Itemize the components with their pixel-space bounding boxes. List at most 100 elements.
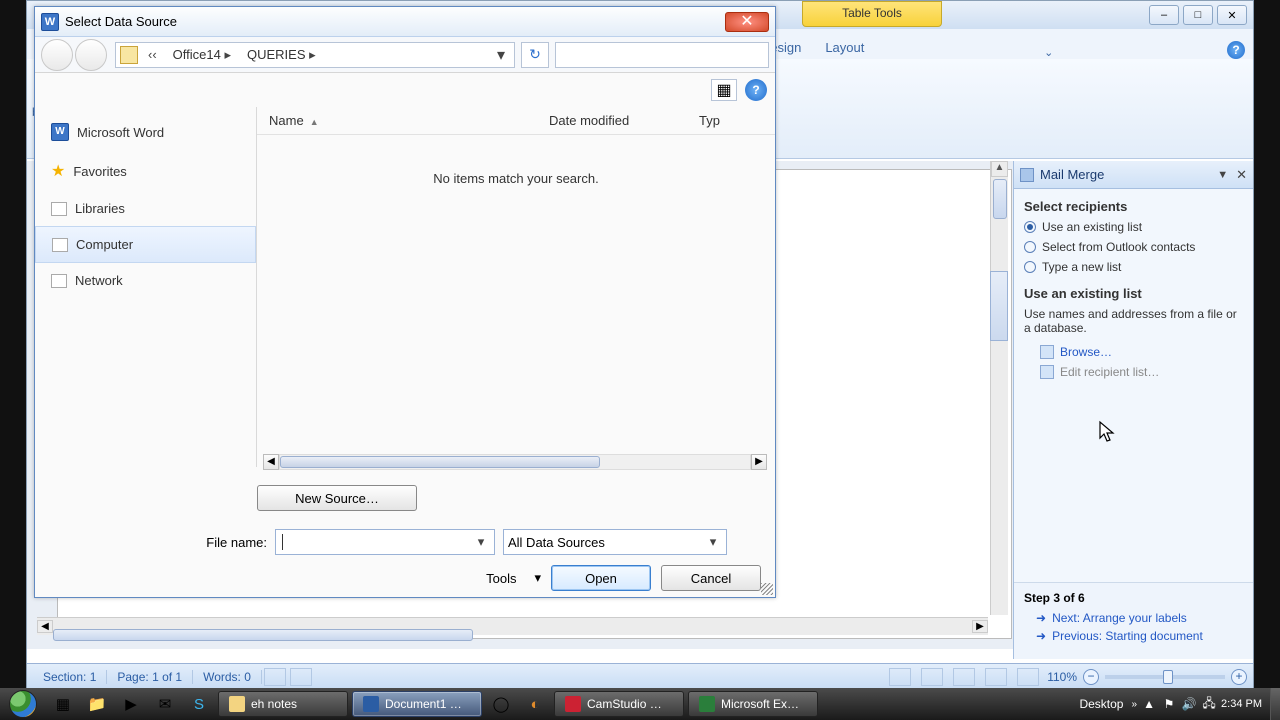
dialog-help-icon[interactable]: ? bbox=[745, 79, 767, 101]
zoom-level[interactable]: 110% bbox=[1047, 670, 1077, 684]
taskpane-collapse-handle[interactable] bbox=[990, 271, 1008, 341]
nav-item-computer[interactable]: Computer bbox=[35, 226, 256, 263]
horizontal-scrollbar[interactable]: ◀ ▶ bbox=[37, 617, 988, 635]
maximize-button[interactable]: □ bbox=[1183, 5, 1213, 25]
scroll-h-thumb[interactable] bbox=[53, 629, 473, 641]
taskpane-title: Mail Merge bbox=[1040, 167, 1104, 182]
cancel-button[interactable]: Cancel bbox=[661, 565, 761, 591]
nav-back-button[interactable] bbox=[41, 39, 73, 71]
navigation-pane: WMicrosoft Word ★Favorites Libraries Com… bbox=[35, 107, 257, 467]
scroll-right-arrow-icon[interactable]: ▶ bbox=[972, 620, 988, 633]
open-button[interactable]: Open bbox=[551, 565, 651, 591]
view-options-icon[interactable]: ▦ bbox=[711, 79, 737, 101]
prev-step-link[interactable]: ➜Previous: Starting document bbox=[1036, 629, 1243, 643]
explorer-icon[interactable]: 📁 bbox=[82, 691, 112, 717]
file-type-filter[interactable]: All Data Sources▾ bbox=[503, 529, 727, 555]
task-eh-notes[interactable]: eh notes bbox=[218, 691, 348, 717]
next-step-link[interactable]: ➜Next: Arrange your labels bbox=[1036, 611, 1243, 625]
table-tools-contextual-tab[interactable]: Table Tools bbox=[802, 1, 942, 27]
scroll-right-icon[interactable]: ▶ bbox=[751, 454, 767, 470]
status-section[interactable]: Section: 1 bbox=[33, 670, 107, 684]
browse-icon bbox=[1040, 345, 1054, 359]
empty-list-message: No items match your search. bbox=[257, 171, 775, 186]
tray-volume-icon[interactable]: 🔊 bbox=[1181, 696, 1197, 712]
task-word-document1[interactable]: Document1 … bbox=[352, 691, 482, 717]
zoom-out-button[interactable]: − bbox=[1083, 669, 1099, 685]
full-screen-view-icon[interactable] bbox=[921, 668, 943, 686]
tray-clock[interactable]: 2:34 PM bbox=[1221, 698, 1262, 710]
scroll-left-icon[interactable]: ◀ bbox=[263, 454, 279, 470]
task-excel[interactable]: Microsoft Ex… bbox=[688, 691, 818, 717]
radio-type-new-list[interactable]: Type a new list bbox=[1024, 260, 1243, 274]
nav-item-libraries[interactable]: Libraries bbox=[35, 191, 256, 226]
file-name-combo[interactable]: ▾ bbox=[275, 529, 495, 555]
nav-item-favorites[interactable]: ★Favorites bbox=[35, 151, 256, 191]
tab-layout[interactable]: Layout bbox=[813, 36, 876, 59]
taskpane-menu-chevron-icon[interactable]: ▼ bbox=[1217, 169, 1228, 181]
outlook-icon[interactable]: ✉ bbox=[150, 691, 180, 717]
print-layout-view-icon[interactable] bbox=[889, 668, 911, 686]
refresh-button[interactable]: ↻ bbox=[521, 42, 549, 68]
address-dropdown-icon[interactable]: ▾ bbox=[492, 45, 510, 65]
column-name[interactable]: Name▲ bbox=[257, 113, 537, 128]
desktop-chevron-icon[interactable]: » bbox=[1131, 699, 1137, 710]
windows-taskbar: ▦ 📁 ▶ ✉ S eh notes Document1 … ◯ ◐ CamSt… bbox=[0, 688, 1280, 720]
file-list-hscroll[interactable]: ◀ ▶ bbox=[263, 453, 767, 471]
filter-dropdown-icon[interactable]: ▾ bbox=[704, 534, 722, 550]
close-button[interactable]: ✕ bbox=[1217, 5, 1247, 25]
new-source-button[interactable]: New Source… bbox=[257, 485, 417, 511]
ribbon-minimize-chevron-icon[interactable]: ⌄ bbox=[1044, 46, 1053, 59]
scroll-thumb[interactable] bbox=[993, 179, 1007, 219]
status-page[interactable]: Page: 1 of 1 bbox=[107, 670, 193, 684]
skype-icon[interactable]: S bbox=[184, 691, 214, 717]
chrome-icon[interactable]: ◯ bbox=[486, 691, 516, 717]
scroll-up-arrow-icon[interactable]: ▲ bbox=[991, 161, 1008, 177]
address-bar[interactable]: Office14 QUERIES ▾ bbox=[115, 42, 515, 68]
breadcrumb-office14[interactable]: Office14 bbox=[165, 47, 239, 63]
help-icon[interactable]: ? bbox=[1227, 41, 1245, 59]
vertical-scrollbar[interactable]: ▲ bbox=[990, 161, 1008, 615]
tray-flag-icon[interactable]: ⚑ bbox=[1161, 696, 1177, 712]
resize-grip-icon[interactable] bbox=[761, 583, 773, 595]
dialog-close-button[interactable]: ✕ bbox=[725, 12, 769, 32]
file-list-header: Name▲ Date modified Typ bbox=[257, 107, 775, 135]
draft-view-icon[interactable] bbox=[1017, 668, 1039, 686]
macro-record-icon[interactable] bbox=[290, 668, 312, 686]
tray-network-icon[interactable]: 🖧 bbox=[1201, 696, 1217, 712]
radio-use-existing-list[interactable]: Use an existing list bbox=[1024, 220, 1243, 234]
show-desktop-button[interactable] bbox=[1270, 688, 1280, 720]
minimize-button[interactable]: – bbox=[1149, 5, 1179, 25]
show-desktop-peek-icon[interactable]: ▦ bbox=[48, 691, 78, 717]
nav-item-network[interactable]: Network bbox=[35, 263, 256, 298]
file-scroll-thumb[interactable] bbox=[280, 456, 600, 468]
nav-forward-button[interactable] bbox=[75, 39, 107, 71]
radio-outlook-contacts[interactable]: Select from Outlook contacts bbox=[1024, 240, 1243, 254]
search-box[interactable] bbox=[555, 42, 769, 68]
taskpane-close-icon[interactable]: ✕ bbox=[1236, 167, 1247, 183]
nav-item-word[interactable]: WMicrosoft Word bbox=[35, 113, 256, 151]
next-arrow-icon: ➜ bbox=[1036, 611, 1046, 625]
tray-overflow-icon[interactable]: ▲ bbox=[1141, 696, 1157, 712]
outline-view-icon[interactable] bbox=[985, 668, 1007, 686]
filename-dropdown-icon[interactable]: ▾ bbox=[472, 534, 490, 550]
zoom-slider-knob[interactable] bbox=[1163, 670, 1173, 684]
desktop-toolbar[interactable]: Desktop bbox=[1079, 697, 1123, 711]
browse-link[interactable]: Browse… bbox=[1040, 345, 1243, 359]
zoom-in-button[interactable]: + bbox=[1231, 669, 1247, 685]
web-layout-view-icon[interactable] bbox=[953, 668, 975, 686]
network-icon bbox=[51, 274, 67, 288]
column-date[interactable]: Date modified bbox=[537, 113, 687, 128]
file-list-area[interactable]: Name▲ Date modified Typ No items match y… bbox=[257, 107, 775, 467]
start-button[interactable] bbox=[0, 688, 46, 720]
media-player-icon[interactable]: ▶ bbox=[116, 691, 146, 717]
column-type[interactable]: Typ bbox=[687, 113, 732, 128]
status-words[interactable]: Words: 0 bbox=[193, 670, 262, 684]
breadcrumb-queries[interactable]: QUERIES bbox=[239, 47, 324, 63]
task-camstudio[interactable]: CamStudio … bbox=[554, 691, 684, 717]
edit-recipient-list-link[interactable]: Edit recipient list… bbox=[1040, 365, 1243, 379]
tools-dropdown[interactable]: Tools▾ bbox=[486, 570, 541, 586]
scroll-left-arrow-icon[interactable]: ◀ bbox=[37, 620, 53, 633]
spell-check-icon[interactable] bbox=[264, 668, 286, 686]
firefox-icon[interactable]: ◐ bbox=[520, 691, 550, 717]
zoom-slider[interactable] bbox=[1105, 675, 1225, 679]
